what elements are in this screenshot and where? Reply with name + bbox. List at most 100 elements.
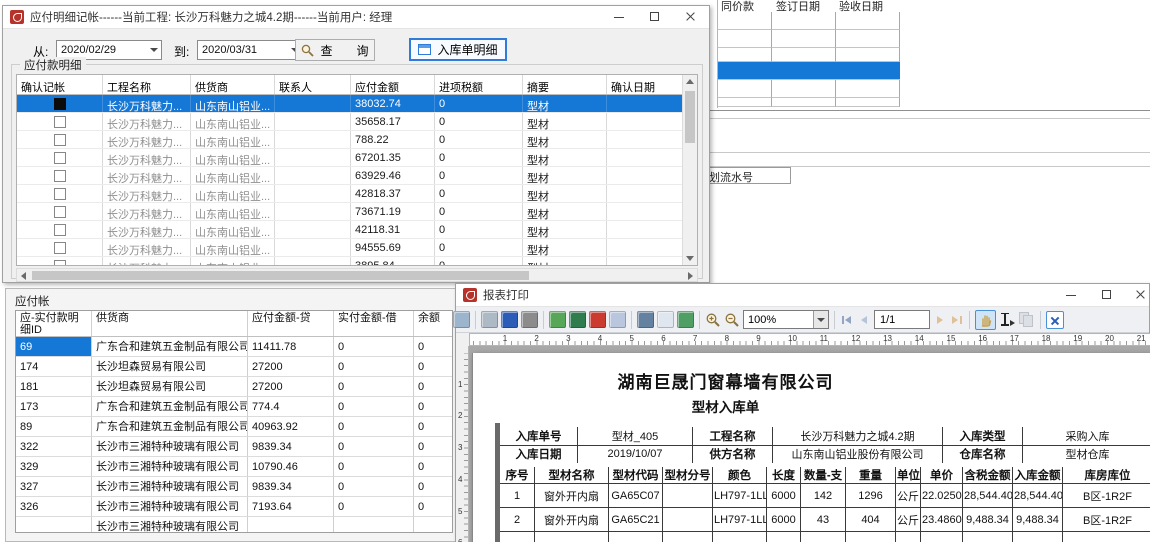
book-icon[interactable] xyxy=(501,311,518,328)
export-excel-icon[interactable] xyxy=(569,311,586,328)
cell[interactable]: 广东合和建筑五金制品有限公司 xyxy=(92,337,248,357)
table-row[interactable]: 174长沙坦森贸易有限公司2720000 xyxy=(16,357,452,377)
cell[interactable]: 27200 xyxy=(248,377,334,397)
zoom-in-icon[interactable] xyxy=(705,312,721,328)
confirm-checkbox[interactable] xyxy=(54,206,66,218)
checkbox-cell[interactable] xyxy=(17,95,103,112)
table-row[interactable]: 329长沙市三湘特种玻璃有限公司10790.4600 xyxy=(16,457,452,477)
table-row[interactable]: 322长沙市三湘特种玻璃有限公司9839.3400 xyxy=(16,437,452,457)
cell[interactable]: 0 xyxy=(414,497,453,517)
cell[interactable] xyxy=(275,95,351,112)
confirm-checkbox[interactable] xyxy=(54,188,66,200)
table-row[interactable]: 长沙万科魅力...山东南山铝业...35658.170型材376 xyxy=(17,113,682,131)
cell[interactable]: 山东南山铝业... xyxy=(191,257,275,265)
cell[interactable]: 型材 xyxy=(523,221,607,238)
last-page-button[interactable] xyxy=(950,313,964,327)
cell[interactable]: 山东南山铝业... xyxy=(191,95,275,112)
scroll-right-icon[interactable] xyxy=(688,272,693,280)
checkbox-cell[interactable] xyxy=(17,185,103,202)
cell[interactable]: 长沙万科魅力... xyxy=(103,185,191,202)
cell[interactable]: 山东南山铝业... xyxy=(191,113,275,130)
cell[interactable]: 山东南山铝业... xyxy=(191,149,275,166)
selected-row[interactable] xyxy=(718,62,900,80)
vertical-scrollbar[interactable] xyxy=(682,75,697,265)
table-row[interactable] xyxy=(836,48,900,62)
cell[interactable]: 0 xyxy=(414,337,453,357)
cell[interactable] xyxy=(248,517,334,533)
cell[interactable]: 型材 xyxy=(523,257,607,265)
cell[interactable]: 长沙万科魅力... xyxy=(103,167,191,184)
table-row[interactable] xyxy=(718,30,772,48)
table-row[interactable] xyxy=(772,80,836,98)
cell[interactable]: 9839.34 xyxy=(248,437,334,457)
cell[interactable] xyxy=(607,149,682,166)
table-row[interactable] xyxy=(718,98,772,107)
cell[interactable] xyxy=(414,517,453,533)
cell[interactable]: 329 xyxy=(16,457,92,477)
cell[interactable]: 长沙万科魅力... xyxy=(103,113,191,130)
scroll-down-icon[interactable] xyxy=(686,256,694,261)
confirm-checkbox[interactable] xyxy=(54,152,66,164)
cell[interactable]: 长沙万科魅力... xyxy=(103,131,191,148)
cell[interactable]: 型材 xyxy=(523,203,607,220)
confirm-checkbox[interactable] xyxy=(54,242,66,254)
table-row[interactable] xyxy=(718,80,772,98)
checkbox-cell[interactable] xyxy=(17,131,103,148)
table-row[interactable] xyxy=(772,98,836,107)
page-setup-icon[interactable] xyxy=(521,311,538,328)
table-row[interactable] xyxy=(772,48,836,62)
table-row[interactable] xyxy=(836,80,900,98)
cell[interactable] xyxy=(607,239,682,256)
table-row[interactable] xyxy=(836,30,900,48)
cell[interactable] xyxy=(275,239,351,256)
close-button[interactable] xyxy=(673,6,709,28)
plan-serial-field[interactable]: 计划流水号 xyxy=(703,167,791,184)
cell[interactable] xyxy=(275,167,351,184)
title-bar[interactable]: 应付明细记帐------当前工程: 长沙万科魅力之城4.2期------当前用户… xyxy=(3,6,709,29)
cell[interactable]: 型材 xyxy=(523,185,607,202)
column-header[interactable]: 工程名称 xyxy=(103,75,191,94)
cell[interactable]: 长沙万科魅力... xyxy=(103,221,191,238)
cell[interactable]: 长沙坦森贸易有限公司 xyxy=(92,357,248,377)
column-header[interactable]: 供货商 xyxy=(92,311,248,336)
close-preview-button[interactable] xyxy=(1046,311,1064,329)
checkbox-cell[interactable] xyxy=(17,203,103,220)
cell[interactable]: 0 xyxy=(334,437,414,457)
maximize-button[interactable] xyxy=(637,6,673,28)
chevron-down-icon[interactable] xyxy=(146,41,161,59)
cell[interactable]: 0 xyxy=(435,203,523,220)
prev-page-button[interactable] xyxy=(857,313,871,327)
cell[interactable]: 27200 xyxy=(248,357,334,377)
cell[interactable]: 67201.35 xyxy=(351,149,435,166)
table-row[interactable]: 173广东合和建筑五金制品有限公司774.400 xyxy=(16,397,452,417)
table-row[interactable]: 长沙万科魅力...山东南山铝业...67201.350型材283 xyxy=(17,149,682,167)
inbound-detail-button[interactable]: 入库单明细 xyxy=(409,38,507,61)
cell[interactable]: 0 xyxy=(435,239,523,256)
cell[interactable]: 174 xyxy=(16,357,92,377)
cell[interactable]: 327 xyxy=(16,477,92,497)
column-header[interactable]: 确认日期 xyxy=(607,75,682,94)
cell[interactable]: 长沙万科魅力... xyxy=(103,239,191,256)
cell[interactable]: 0 xyxy=(435,185,523,202)
cell[interactable]: 型材 xyxy=(523,149,607,166)
cell[interactable]: 173 xyxy=(16,397,92,417)
cell[interactable]: 山东南山铝业... xyxy=(191,131,275,148)
single-page-icon[interactable] xyxy=(657,311,674,328)
cell[interactable]: 0 xyxy=(435,131,523,148)
cell[interactable]: 长沙市三湘特种玻璃有限公司 xyxy=(92,457,248,477)
title-bar[interactable]: 报表打印 xyxy=(456,284,1149,307)
cell[interactable]: 774.4 xyxy=(248,397,334,417)
hand-tool-button[interactable] xyxy=(975,310,996,330)
save-icon[interactable] xyxy=(637,311,654,328)
cell[interactable] xyxy=(607,185,682,202)
cell[interactable]: 35658.17 xyxy=(351,113,435,130)
cell[interactable]: 0 xyxy=(414,477,453,497)
cell[interactable] xyxy=(607,113,682,130)
cell[interactable]: 0 xyxy=(334,457,414,477)
cell[interactable]: 0 xyxy=(414,397,453,417)
send-mail-icon[interactable] xyxy=(609,311,626,328)
table-row[interactable]: 长沙市三湘特种玻璃有限公司 xyxy=(16,517,452,533)
cell[interactable]: 0 xyxy=(414,417,453,437)
toc-panel-icon[interactable] xyxy=(453,311,470,328)
cell[interactable] xyxy=(334,517,414,533)
